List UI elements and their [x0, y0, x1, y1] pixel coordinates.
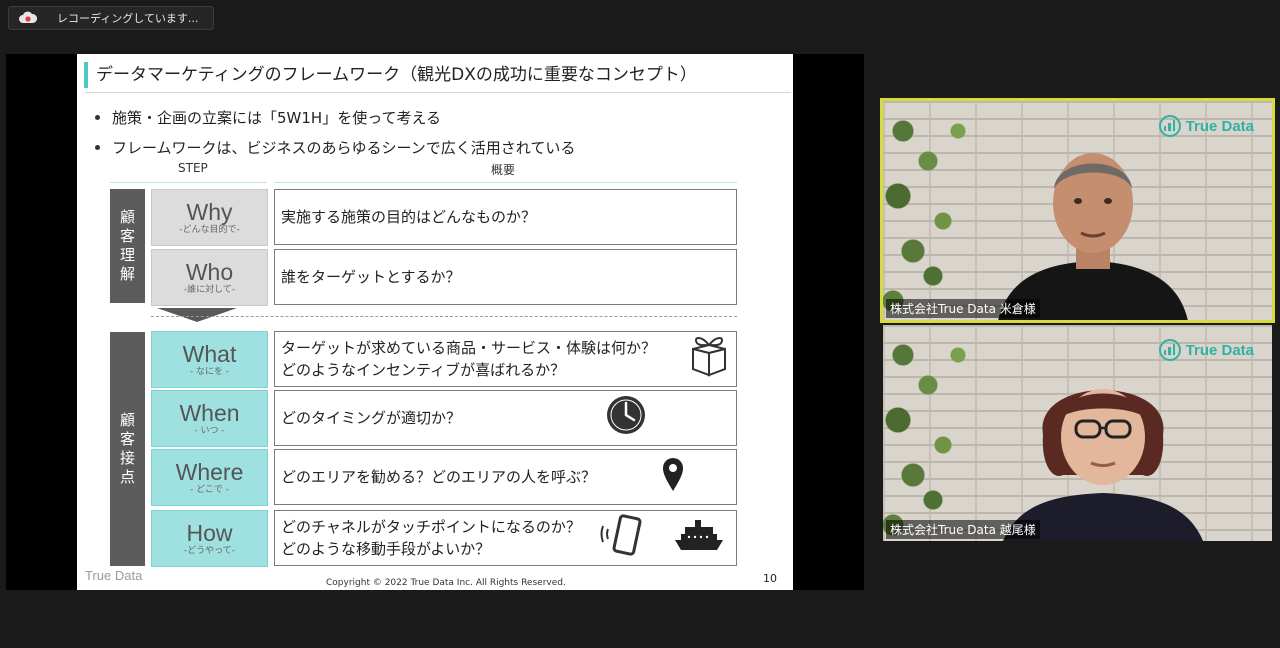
bullet-item: フレームワークは、ビジネスのあらゆるシーンで広く活用されている — [95, 132, 575, 162]
map-pin-icon — [661, 456, 685, 498]
ivy-background — [883, 101, 993, 320]
section-customer-touchpoint: 顧客 接点 — [110, 332, 145, 566]
bullet-list: 施策・企画の立案には「5W1H」を使って考える フレームワークは、ビジネスのあら… — [95, 102, 575, 162]
desc-what: ターゲットが求めている商品・サービス・体験は何か？ どのようなインセンティブが喜… — [274, 331, 737, 387]
desc-where: どのエリアを勧める？どのエリアの人を呼ぶ？ — [274, 449, 737, 505]
desc-who: 誰をターゲットとするか？ — [274, 249, 737, 305]
slide-title: データマーケティングのフレームワーク（観光DXの成功に重要なコンセプト） — [84, 62, 697, 88]
header-divider — [274, 182, 737, 183]
bullet-item: 施策・企画の立案には「5W1H」を使って考える — [95, 102, 575, 132]
participant-video-1[interactable]: True Data 株式会社True Data 米倉様 — [880, 98, 1275, 323]
flow-arrow — [157, 308, 237, 322]
title-divider — [85, 92, 791, 93]
step-when: When - いつ - — [151, 390, 268, 447]
shared-screen: データマーケティングのフレームワーク（観光DXの成功に重要なコンセプト） 施策・… — [6, 54, 864, 590]
recording-cloud-icon — [19, 9, 37, 27]
clock-icon — [605, 394, 647, 442]
step-how: How -どうやって- — [151, 510, 268, 567]
smartphone-icon — [599, 514, 651, 562]
participant-video-2[interactable]: True Data 株式会社True Data 越尾様 — [883, 325, 1272, 541]
footer-brand: True Data — [85, 568, 143, 583]
step-who: Who -誰に対して- — [151, 249, 268, 306]
section-customer-understanding: 顧客 理解 — [110, 189, 145, 303]
page-number: 10 — [763, 572, 777, 585]
copyright: Copyright © 2022 True Data Inc. All Righ… — [326, 578, 566, 588]
ivy-background — [883, 325, 993, 541]
desc-why: 実施する施策の目的はどんなものか？ — [274, 189, 737, 245]
step-why: Why -どんな目的で- — [151, 189, 268, 246]
recording-label: レコーディングしています... — [57, 12, 199, 25]
participant-name: 株式会社True Data 越尾様 — [886, 520, 1040, 539]
desc-how: どのチャネルがタッチポイントになるのか？ どのような移動手段がよいか？ — [274, 510, 737, 566]
header-divider — [110, 182, 267, 183]
recording-indicator[interactable]: レコーディングしています... — [8, 6, 214, 30]
step-what: What - なにを - — [151, 331, 268, 388]
section-divider — [151, 316, 737, 317]
header-summary: 概要 — [491, 163, 516, 177]
presentation-slide: データマーケティングのフレームワーク（観光DXの成功に重要なコンセプト） 施策・… — [77, 54, 793, 590]
participant-avatar — [998, 153, 1188, 320]
step-where: Where - どこで - — [151, 449, 268, 506]
participant-name: 株式会社True Data 米倉様 — [886, 299, 1040, 318]
header-step: STEP — [178, 161, 208, 175]
gift-box-icon — [689, 333, 729, 385]
desc-when: どのタイミングが適切か？ — [274, 390, 737, 446]
true-data-logo: True Data — [1158, 115, 1254, 137]
participant-avatar — [1003, 389, 1203, 541]
ship-icon — [673, 518, 725, 558]
